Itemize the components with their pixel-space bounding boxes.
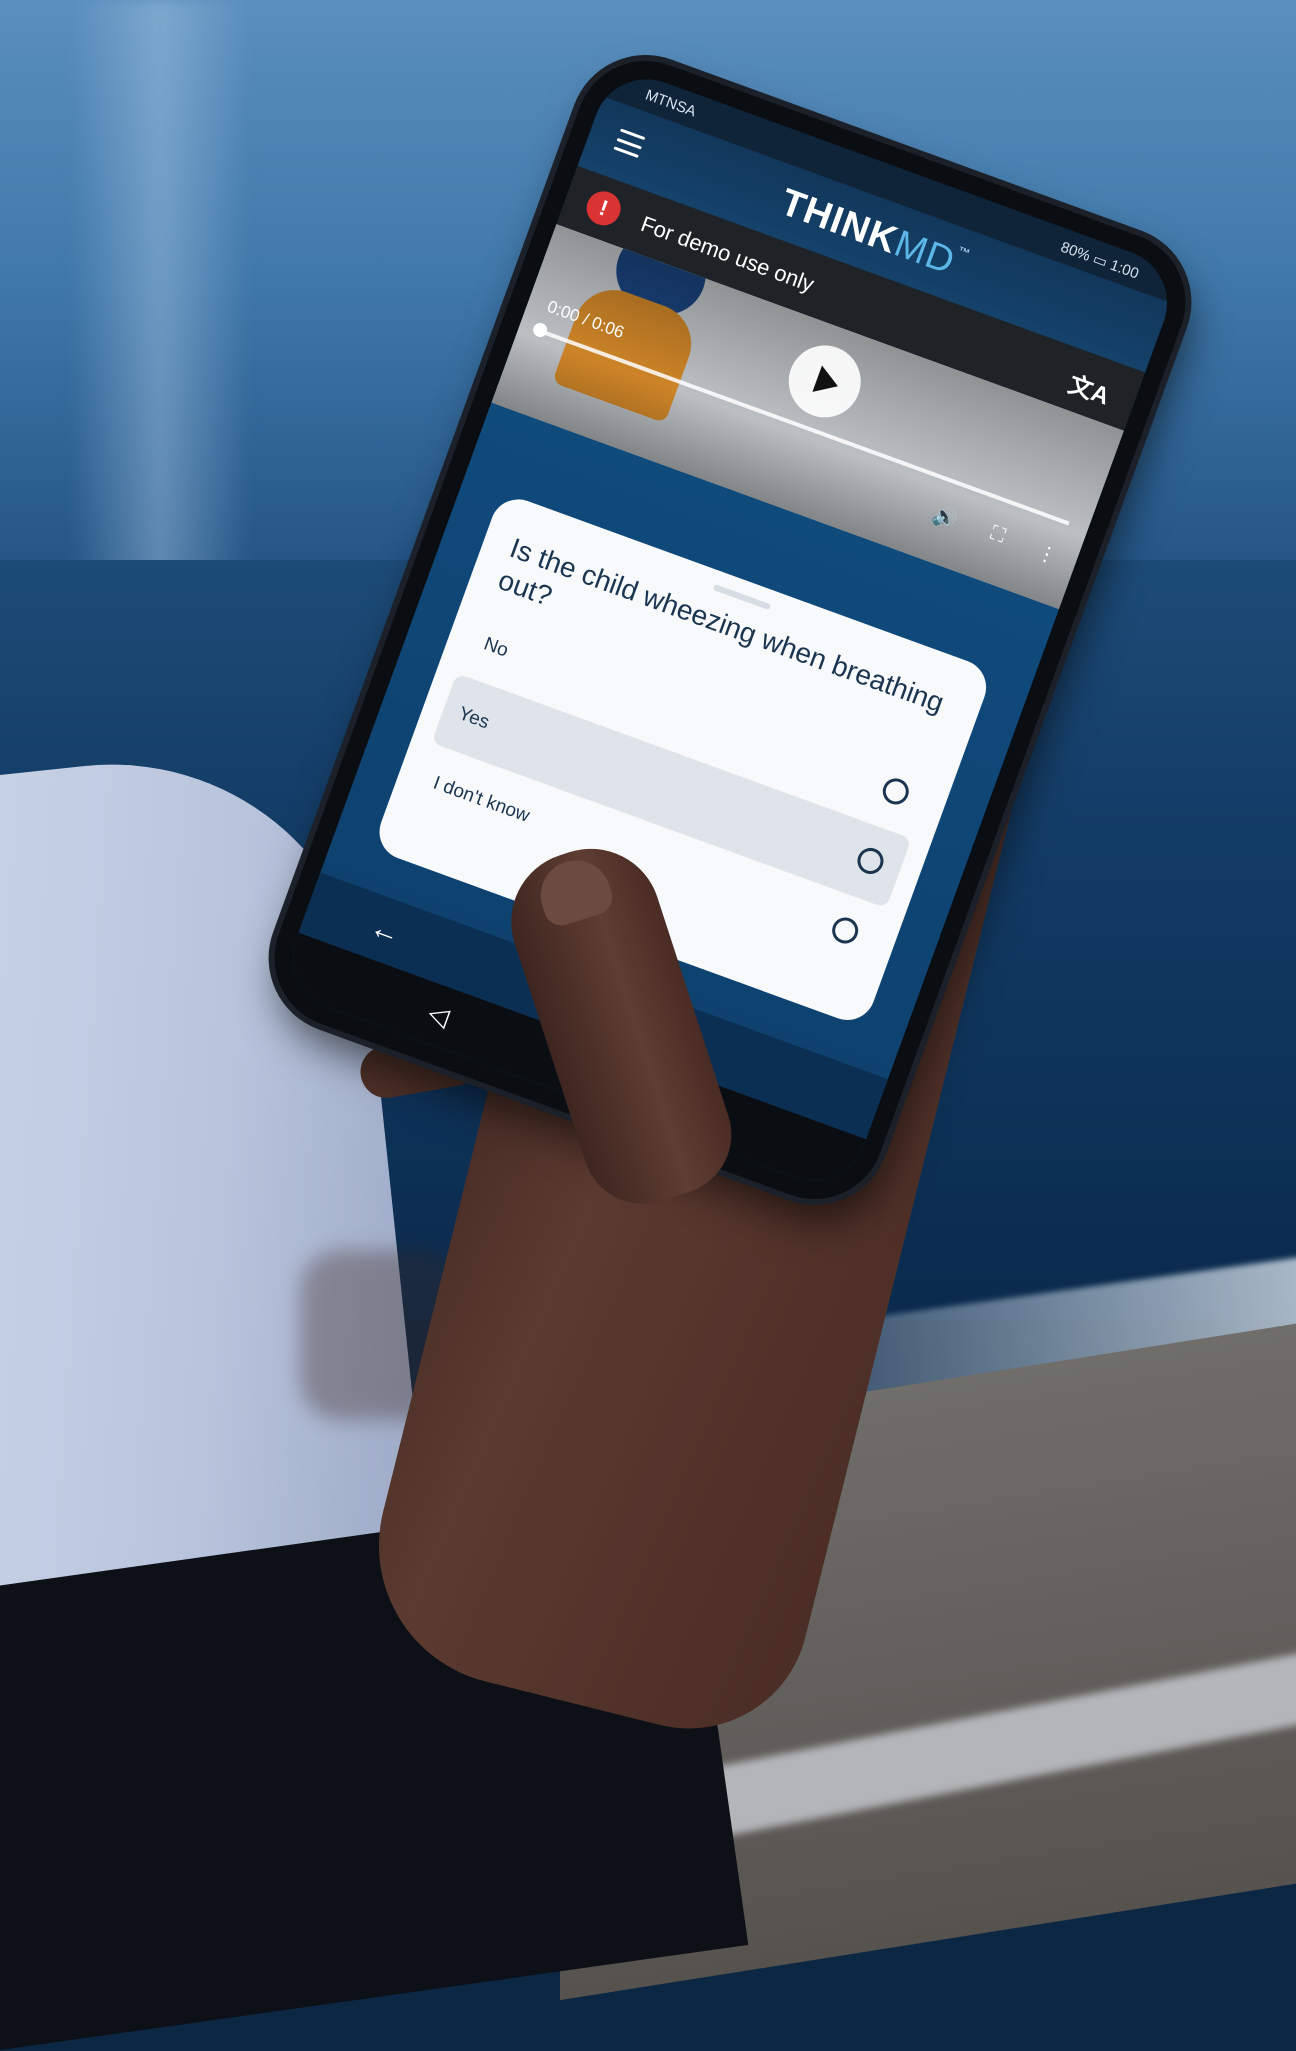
logo-trademark: ™ — [955, 243, 973, 262]
background-pillar — [70, 0, 250, 600]
option-label: No — [481, 633, 512, 662]
option-label: Yes — [455, 703, 493, 734]
system-back-icon[interactable]: ◁ — [424, 997, 453, 1033]
translate-icon[interactable]: 文A — [1064, 364, 1115, 411]
radio-button[interactable] — [853, 844, 888, 878]
fullscreen-icon[interactable]: ⛶ — [986, 522, 1008, 550]
logo-md: MD — [888, 222, 961, 284]
clock-label: 1:00 — [1107, 256, 1142, 283]
alert-icon: ! — [581, 186, 626, 231]
radio-button[interactable] — [879, 774, 913, 809]
option-label: I don't know — [430, 772, 533, 827]
battery-label: 80% — [1058, 238, 1093, 265]
thumbnail — [531, 851, 617, 930]
radio-button[interactable] — [828, 913, 862, 948]
back-arrow-icon[interactable]: ← — [365, 910, 405, 952]
